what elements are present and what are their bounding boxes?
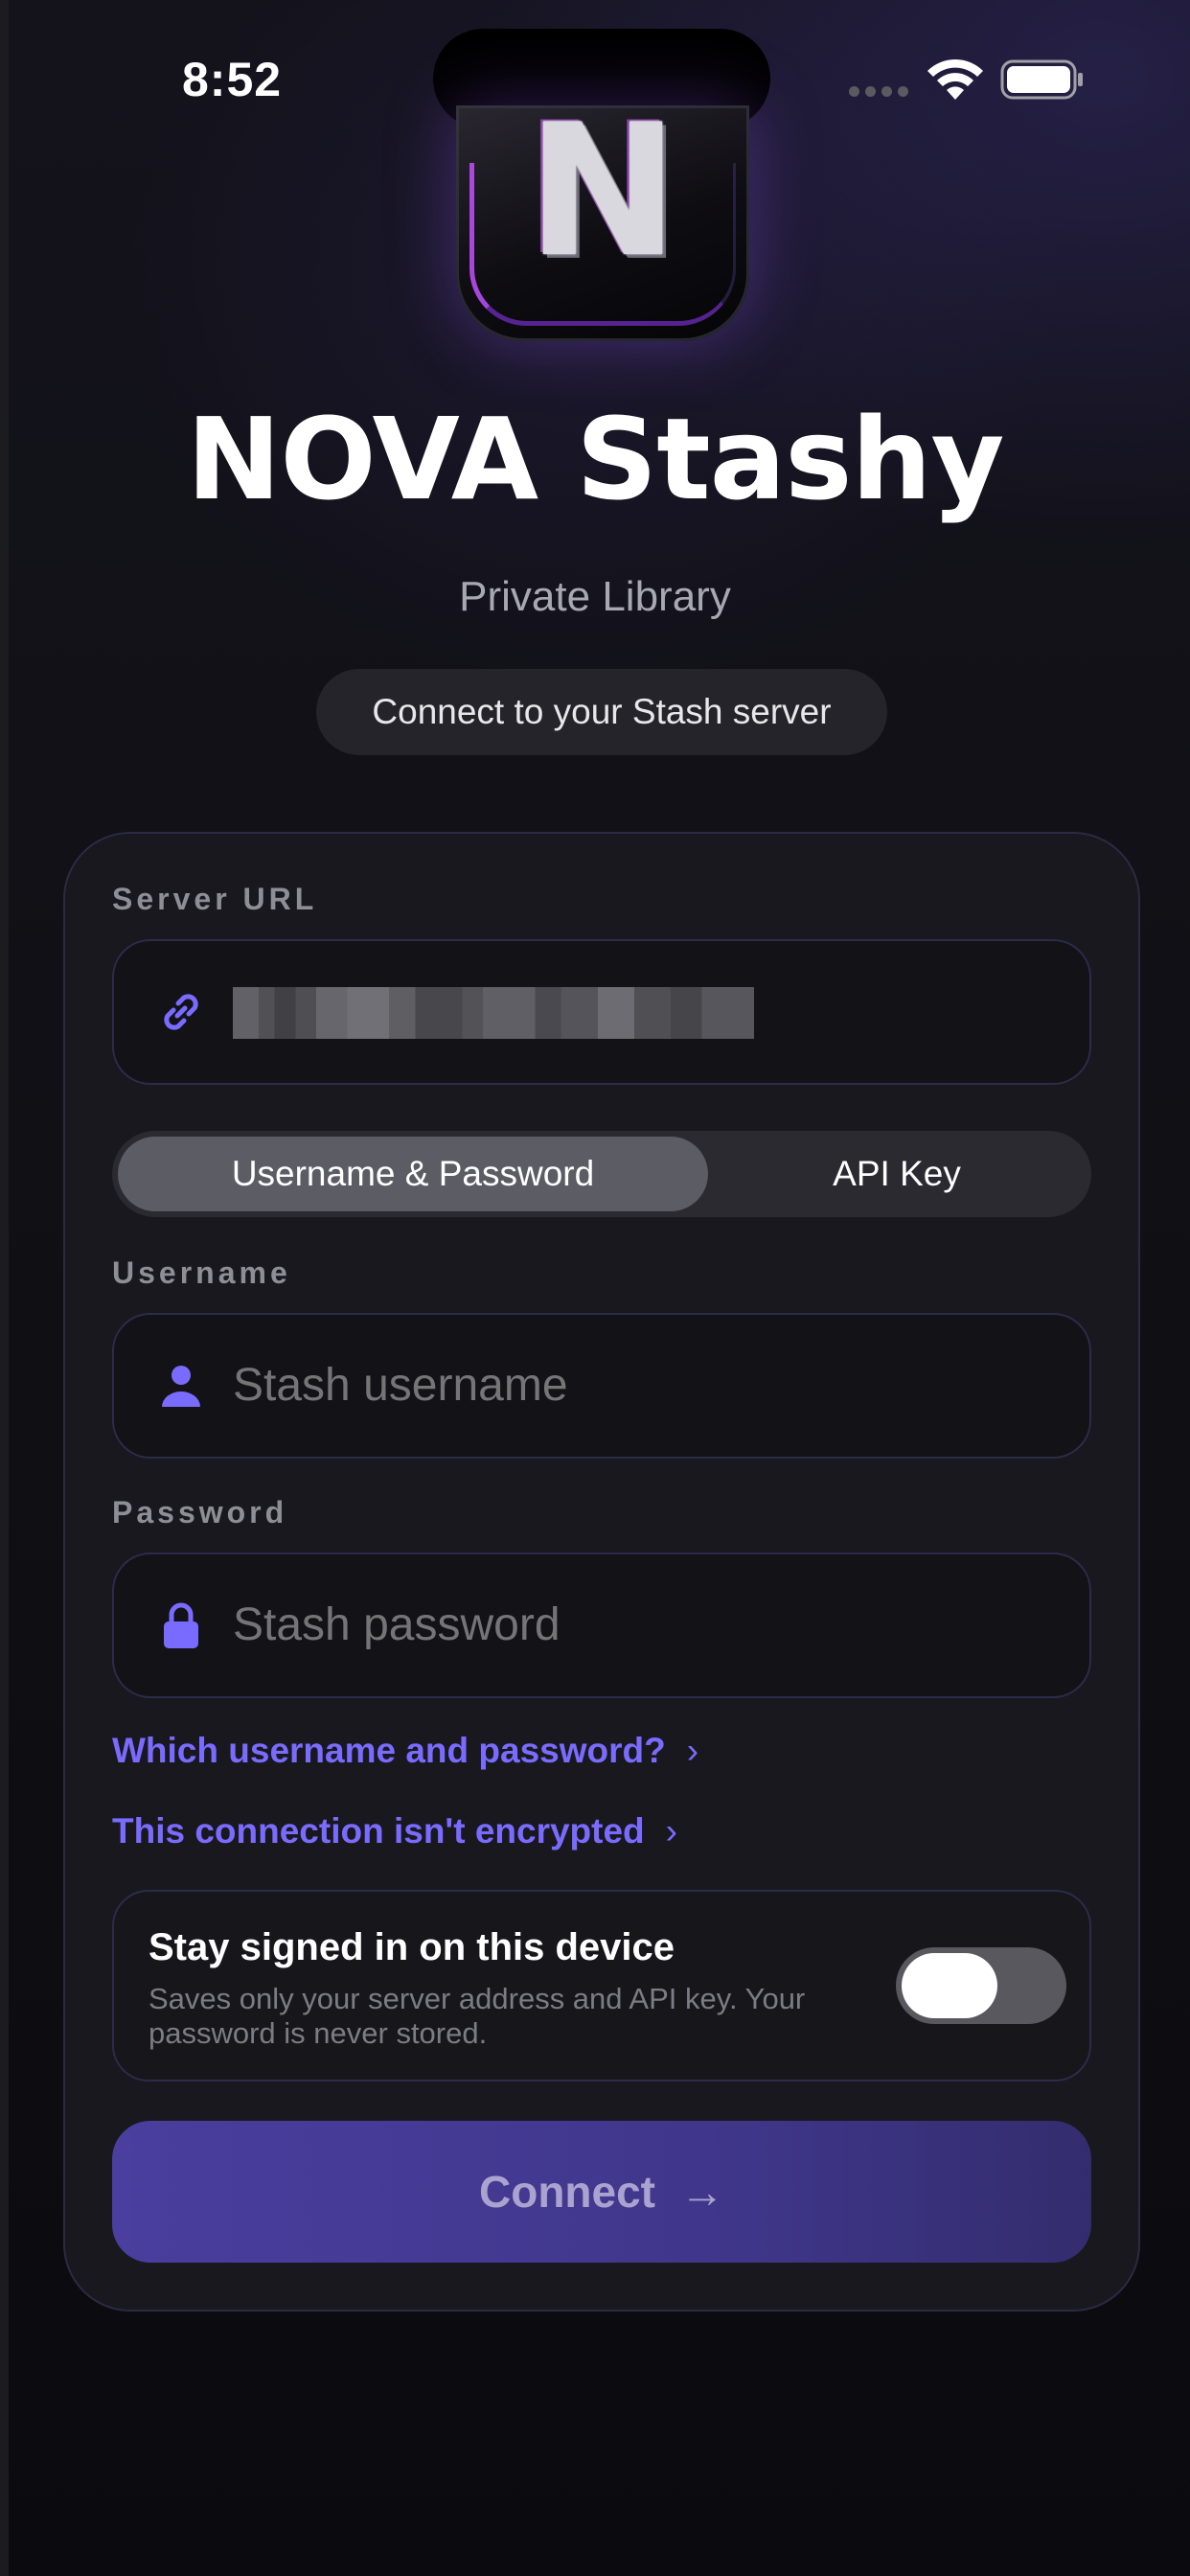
app-title: NOVA Stashy [186, 393, 1005, 525]
username-label: Username [112, 1255, 291, 1290]
app-logo: N [456, 105, 749, 341]
person-icon [162, 1366, 200, 1407]
status-time: 8:52 [182, 53, 283, 106]
server-url-label: Server URL [112, 882, 318, 916]
chevron-right-icon: › [686, 1731, 699, 1770]
auth-mode-username-password[interactable]: Username & Password [118, 1137, 708, 1211]
app-subtitle: Private Library [459, 573, 731, 620]
cellular-signal-icon [849, 86, 910, 98]
connect-hint-pill: Connect to your Stash server [316, 669, 887, 755]
stay-signed-in-toggle[interactable] [896, 1947, 1066, 2024]
credentials-help-link[interactable]: Which username and password? › [112, 1731, 698, 1771]
battery-icon [1000, 59, 1083, 100]
logo-letter: N [526, 105, 679, 297]
password-label: Password [112, 1495, 288, 1530]
link-icon [164, 994, 198, 1030]
server-url-field[interactable] [112, 939, 1091, 1085]
screen-edge [0, 0, 9, 2576]
encryption-warning-label: This connection isn't encrypted [112, 1811, 645, 1851]
password-field[interactable] [112, 1552, 1091, 1698]
lock-icon [164, 1602, 198, 1648]
username-input[interactable] [233, 1315, 1057, 1457]
wifi-icon [927, 58, 983, 100]
encryption-warning-link[interactable]: This connection isn't encrypted › [112, 1811, 677, 1852]
login-screen: 8:52 N NOVA Stashy Private Library Conne… [0, 0, 1190, 2576]
username-field[interactable] [112, 1313, 1091, 1459]
stay-signed-in-row: Stay signed in on this device Saves only… [112, 1890, 1091, 2082]
server-url-value-redacted [233, 987, 754, 1039]
credentials-help-label: Which username and password? [112, 1731, 666, 1770]
arrow-right-icon: → [680, 2167, 724, 2217]
stay-signed-in-title: Stay signed in on this device [149, 1926, 675, 1968]
connect-button-label: Connect [479, 2167, 655, 2217]
password-input[interactable] [233, 1554, 1057, 1696]
auth-mode-api-key[interactable]: API Key [708, 1137, 1086, 1211]
toggle-knob [902, 1953, 997, 2018]
stay-signed-in-description: Saves only your server address and API k… [149, 1982, 806, 2050]
chevron-right-icon: › [665, 1811, 677, 1851]
connect-button[interactable]: Connect → [112, 2121, 1091, 2263]
auth-mode-segmented-control: Username & Password API Key [112, 1131, 1091, 1217]
